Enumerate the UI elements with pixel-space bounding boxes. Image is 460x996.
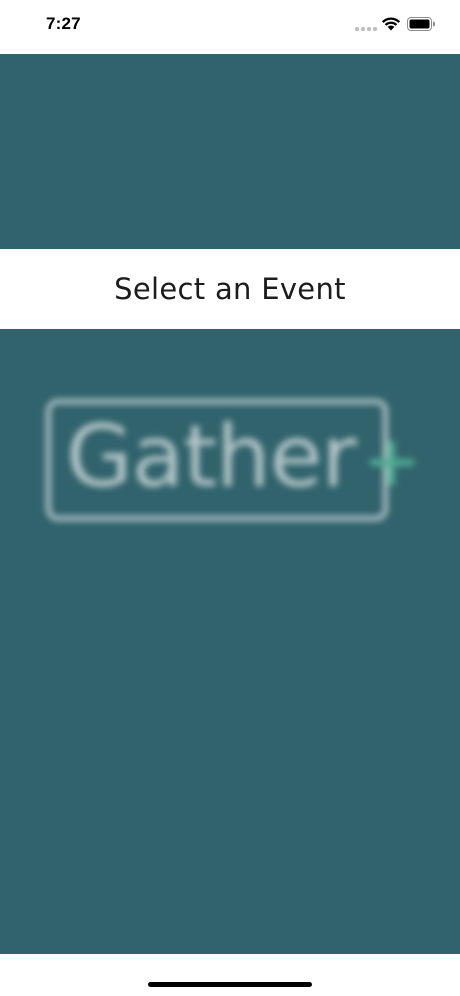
plus-icon: [370, 441, 414, 485]
app-screen: 7:27 Select an Event Gather: [0, 0, 460, 996]
battery-icon: [407, 17, 435, 31]
home-indicator[interactable]: [148, 982, 312, 987]
select-event-button[interactable]: Select an Event: [0, 249, 460, 329]
signal-dots-icon: [355, 27, 377, 31]
main-content: Gather: [0, 329, 460, 954]
select-event-label: Select an Event: [114, 272, 346, 306]
home-indicator-area: [0, 954, 460, 996]
gather-logo: Gather: [40, 395, 420, 535]
status-bar: 7:27: [0, 0, 460, 54]
status-time: 7:27: [46, 14, 81, 33]
logo-text: Gather: [66, 407, 357, 507]
top-banner: [0, 54, 460, 249]
wifi-icon: [381, 17, 401, 31]
